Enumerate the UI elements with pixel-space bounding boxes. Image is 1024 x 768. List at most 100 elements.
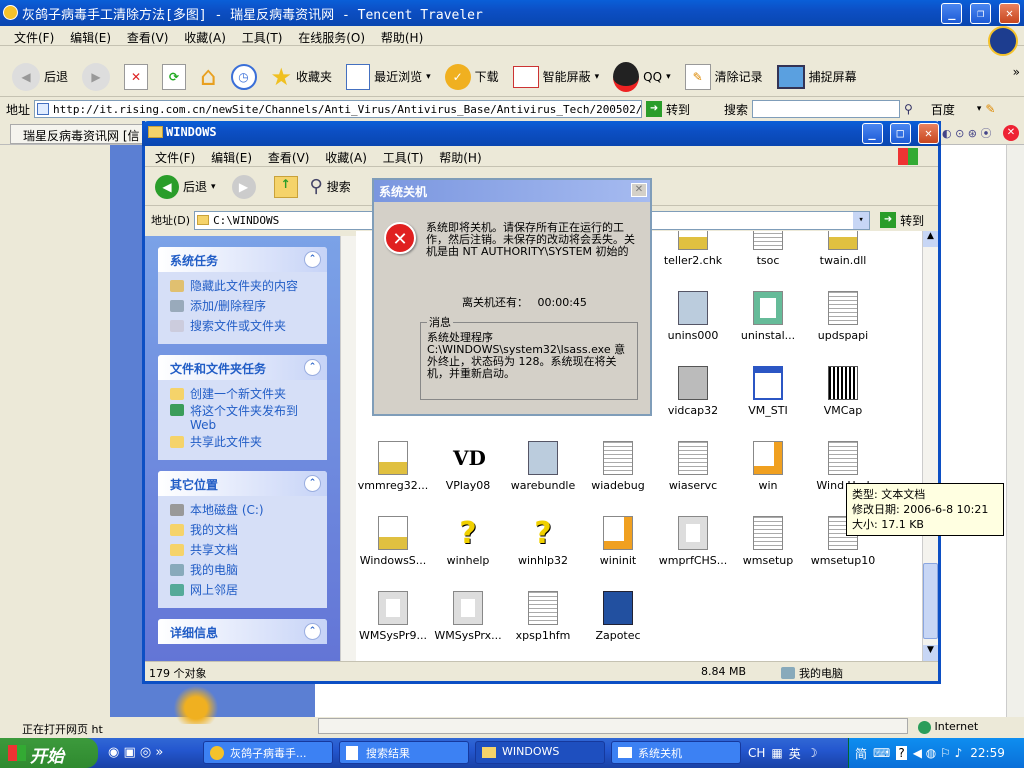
go-arrow-icon[interactable]: ➜ — [646, 101, 663, 117]
menu-tools[interactable]: 工具(T) — [242, 31, 283, 45]
collapse-chevron-icon[interactable]: ⌃ — [304, 475, 321, 492]
taskbar-button-browser[interactable]: 灰鸽子病毒手... — [203, 741, 333, 764]
menu-help[interactable]: 帮助(H) — [381, 31, 423, 45]
place-network[interactable]: 网上邻居 — [170, 580, 327, 600]
panel-header[interactable]: 其它位置 ⌃ — [158, 471, 327, 496]
ime-mode[interactable]: 简 — [855, 745, 867, 762]
page-scrollbar[interactable] — [1006, 145, 1024, 717]
taskbar-button-search[interactable]: 搜索结果 — [339, 741, 469, 764]
taskbar-button-explorer[interactable]: WINDOWS — [475, 741, 605, 764]
file-item[interactable]: updspapi — [806, 291, 880, 342]
task-search[interactable]: 搜索文件或文件夹 — [170, 316, 327, 336]
file-item[interactable]: WMSysPrx... — [431, 591, 505, 642]
explorer-menu-help[interactable]: 帮助(H) — [439, 151, 481, 165]
scroll-up-button[interactable]: ▲ — [923, 231, 938, 247]
file-item[interactable]: unins000 — [656, 291, 730, 342]
more-chevron-icon[interactable]: » — [1013, 65, 1020, 79]
capture-button[interactable]: 捕捉屏幕 — [776, 64, 857, 89]
explorer-search-button[interactable]: ⚲ 搜索 — [310, 176, 351, 197]
place-shared-documents[interactable]: 共享文档 — [170, 540, 327, 560]
place-my-computer[interactable]: 我的电脑 — [170, 560, 327, 580]
file-item[interactable]: warebundle — [506, 441, 580, 492]
tray-icons[interactable]: ◀ ◍ ⚐ ♪ — [913, 746, 963, 760]
collapse-chevron-icon[interactable]: ⌃ — [304, 359, 321, 376]
ime-lang[interactable]: 英 — [789, 745, 801, 762]
moon-icon[interactable]: ☽ — [807, 746, 818, 760]
go-button[interactable]: 转到 — [666, 101, 690, 118]
explorer-menu-edit[interactable]: 编辑(E) — [211, 151, 252, 165]
explorer-back-button[interactable]: ◀ 后退 ▾ — [155, 174, 216, 199]
file-item[interactable]: ? winhelp — [431, 516, 505, 567]
file-item[interactable]: wmsetup — [731, 516, 805, 567]
file-item[interactable]: wmprfCHS... — [656, 516, 730, 567]
address-input[interactable]: http://it.rising.com.cn/newSite/Channels… — [34, 100, 643, 118]
menu-file[interactable]: 文件(F) — [14, 31, 54, 45]
browser-tab[interactable]: 瑞星反病毒资讯网 [信 — [10, 124, 150, 144]
collapse-chevron-icon[interactable]: ⌃ — [304, 251, 321, 268]
tab-close-icon[interactable]: ✕ — [1003, 125, 1019, 141]
up-folder-icon[interactable]: ↑ — [273, 175, 298, 198]
minimize-button[interactable]: _ — [941, 3, 963, 24]
file-item[interactable]: ? winhlp32 — [506, 516, 580, 567]
explorer-close-button[interactable]: ✕ — [918, 123, 939, 144]
ime-indicator[interactable]: CH — [748, 746, 765, 760]
file-item[interactable]: WindowsS... — [356, 516, 430, 567]
place-local-disk[interactable]: 本地磁盘 (C:) — [170, 500, 327, 520]
highlight-pen-icon[interactable]: ✎ — [985, 102, 995, 116]
task-hide-contents[interactable]: 隐藏此文件夹的内容 — [170, 276, 327, 296]
download-button[interactable]: ✓ 下载 — [444, 63, 499, 90]
file-item[interactable]: VMCap — [806, 366, 880, 417]
home-button[interactable]: ⌂ — [200, 62, 217, 92]
restore-button[interactable]: ❐ — [970, 3, 992, 24]
menu-edit[interactable]: 编辑(E) — [70, 31, 111, 45]
explorer-forward-button[interactable]: ▶ — [231, 174, 256, 199]
collapse-chevron-icon[interactable]: ⌃ — [304, 623, 321, 640]
explorer-menu-file[interactable]: 文件(F) — [155, 151, 195, 165]
file-item[interactable]: Zapotec — [581, 591, 655, 642]
quicklaunch-icons[interactable]: ◉ ▣ ◎ » — [108, 745, 163, 760]
task-pane-scrollbar[interactable] — [340, 236, 356, 661]
task-new-folder[interactable]: 创建一个新文件夹 — [170, 384, 327, 404]
forward-button[interactable]: ▶ — [82, 62, 111, 91]
back-button[interactable]: ◀ 后退 — [12, 62, 68, 91]
file-item[interactable]: WMSysPr9... — [356, 591, 430, 642]
dialog-close-button[interactable]: ✕ — [631, 183, 647, 197]
scroll-down-button[interactable]: ▼ — [923, 645, 938, 661]
file-item[interactable]: tsoc — [731, 231, 805, 267]
favorites-button[interactable]: ★ 收藏夹 — [271, 63, 333, 91]
explorer-menu-view[interactable]: 查看(V) — [268, 151, 310, 165]
engine-dropdown-icon[interactable]: ▾ — [977, 104, 982, 114]
search-input[interactable] — [752, 100, 901, 118]
file-item[interactable]: uninstal... — [731, 291, 805, 342]
place-my-documents[interactable]: 我的文档 — [170, 520, 327, 540]
qq-button[interactable]: QQ ▾ — [613, 61, 671, 92]
clear-history-button[interactable]: ✎ 清除记录 — [684, 63, 763, 90]
menu-favorites[interactable]: 收藏(A) — [184, 31, 226, 45]
block-button[interactable]: 智能屏蔽 ▾ — [512, 65, 599, 88]
clock-button[interactable]: ◷ — [230, 63, 257, 90]
explorer-menu-tools[interactable]: 工具(T) — [383, 151, 424, 165]
file-item[interactable]: teller2.chk — [656, 231, 730, 267]
ime-grid-icon[interactable]: ▦ — [771, 746, 782, 760]
explorer-minimize-button[interactable]: _ — [861, 123, 883, 144]
search-icon[interactable]: ⚲ — [904, 102, 913, 116]
file-item[interactable]: win — [731, 441, 805, 492]
search-engine[interactable]: 百度 — [931, 101, 955, 118]
history-button[interactable]: 最近浏览 ▾ — [346, 63, 431, 90]
file-list-scrollbar[interactable]: ▲ ▼ — [922, 231, 938, 661]
panel-header[interactable]: 文件和文件夹任务 ⌃ — [158, 355, 327, 380]
file-item[interactable]: vidcap32 — [656, 366, 730, 417]
stop-button[interactable]: ✕ — [124, 63, 149, 90]
go-arrow-icon[interactable]: ➜ — [880, 212, 897, 228]
explorer-menu-favorites[interactable]: 收藏(A) — [325, 151, 367, 165]
panel-header[interactable]: 系统任务 ⌃ — [158, 247, 327, 272]
file-item[interactable]: wininit — [581, 516, 655, 567]
file-item[interactable]: VD VPlay08 — [431, 441, 505, 492]
explorer-maximize-button[interactable]: □ — [889, 123, 911, 144]
help-icon[interactable]: ? — [896, 746, 907, 760]
refresh-button[interactable]: ⟳ — [162, 63, 187, 90]
file-item[interactable]: VM_STI — [731, 366, 805, 417]
file-item[interactable]: vmmreg32... — [356, 441, 430, 492]
task-add-remove[interactable]: 添加/删除程序 — [170, 296, 327, 316]
panel-header[interactable]: 详细信息 ⌃ — [158, 619, 327, 644]
